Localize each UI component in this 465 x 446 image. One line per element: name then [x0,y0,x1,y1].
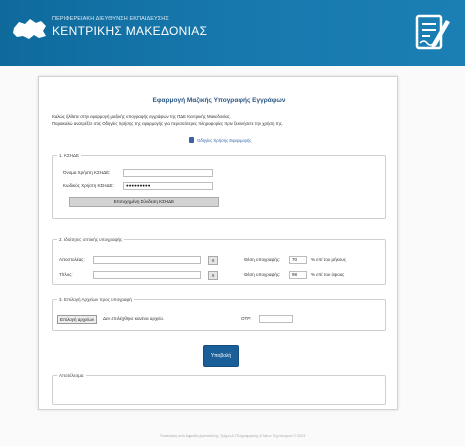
files-section: 3. Επιλογή Αρχείων προς υπογραφή [52,297,386,331]
signature-legend: 2. Ιδιότητες οπτικής υπογραφής [59,237,123,242]
page-title: Εφαρμογή Μαζικής Υπογραφής Εγγράφων [152,97,286,104]
files-legend: 3. Επιλογή Αρχείων προς υπογραφή [59,297,132,302]
signature-height-input[interactable]: 98 [289,271,307,279]
intro-text-line2: Παρακαλώ ανατρέξτε στις Οδηγίες Χρήσης τ… [52,121,283,126]
clear-title-button[interactable]: X [208,271,218,280]
title-input[interactable] [93,271,201,279]
height-suffix-label: % επί του ύψους [311,272,345,277]
intro-text-line1: Καλώς ήλθατε στην εφαρμογή μαζικής υπογρ… [52,114,231,119]
region-map-logo [13,19,46,39]
signature-position-label-height: Θέση υπογραφής: [244,272,281,277]
username-input[interactable] [123,169,213,177]
password-label: Κωδικός Χρήστη ΚΣΗΔΕ: [63,183,114,188]
title-label: Τίτλος: [59,272,73,277]
otp-input[interactable] [259,315,293,323]
pdf-document-icon [189,137,194,143]
org-subtitle: ΠΕΡΙΦΕΡΕΙΑΚΗ ΔΙΕΥΘΥΝΣΗ ΕΚΠΑΙΔΕΥΣΗΣ [52,16,169,22]
signature-width-input[interactable]: 70 [289,256,307,264]
site-header: ΠΕΡΙΦΕΡΕΙΑΚΗ ΔΙΕΥΘΥΝΣΗ ΕΚΠΑΙΔΕΥΣΗΣ ΚΕΝΤΡ… [0,0,465,66]
result-legend: Αποτέλεσμα [59,373,84,378]
kshde-legend: 1. ΚΣΗΔΕ [59,153,80,158]
sender-input[interactable] [93,256,201,264]
clear-sender-button[interactable]: X [208,256,218,265]
document-signature-icon [415,14,450,50]
org-title: ΚΕΝΤΡΙΚΗΣ ΜΑΚΕΔΟΝΙΑΣ [52,24,208,38]
otp-label: OTP: [241,316,252,321]
result-section: Αποτέλεσμα [52,373,386,405]
user-guide-link[interactable]: Οδηγίες Χρήσης Εφαρμογής [189,137,251,143]
footer-credits: Υλοποίηση από Αφρόδη Αριστοτέλης, Τμήμα … [159,434,306,438]
username-label: Όνομα Χρήστη ΚΣΗΔΕ: [63,170,111,175]
password-input[interactable]: ●●●●●●●●● [123,182,213,190]
choose-files-button[interactable]: Επιλογή αρχείων [57,315,98,324]
user-guide-label: Οδηγίες Χρήσης Εφαρμογής [197,137,252,143]
no-file-text: Δεν επιλέχθηκε κανένα αρχείο. [103,316,165,321]
submit-button[interactable]: Υποβολή [203,345,239,367]
width-suffix-label: % επί του μήκους [311,257,346,262]
sender-label: Αποστολέας: [59,257,85,262]
main-panel: Εφαρμογή Μαζικής Υπογραφής Εγγράφων Καλώ… [38,76,398,410]
verify-kshde-button[interactable]: Επιτυχημένη Σύνδεση ΚΣΗΔΕ [69,197,219,207]
signature-position-label-width: Θέση υπογραφής: [244,257,281,262]
